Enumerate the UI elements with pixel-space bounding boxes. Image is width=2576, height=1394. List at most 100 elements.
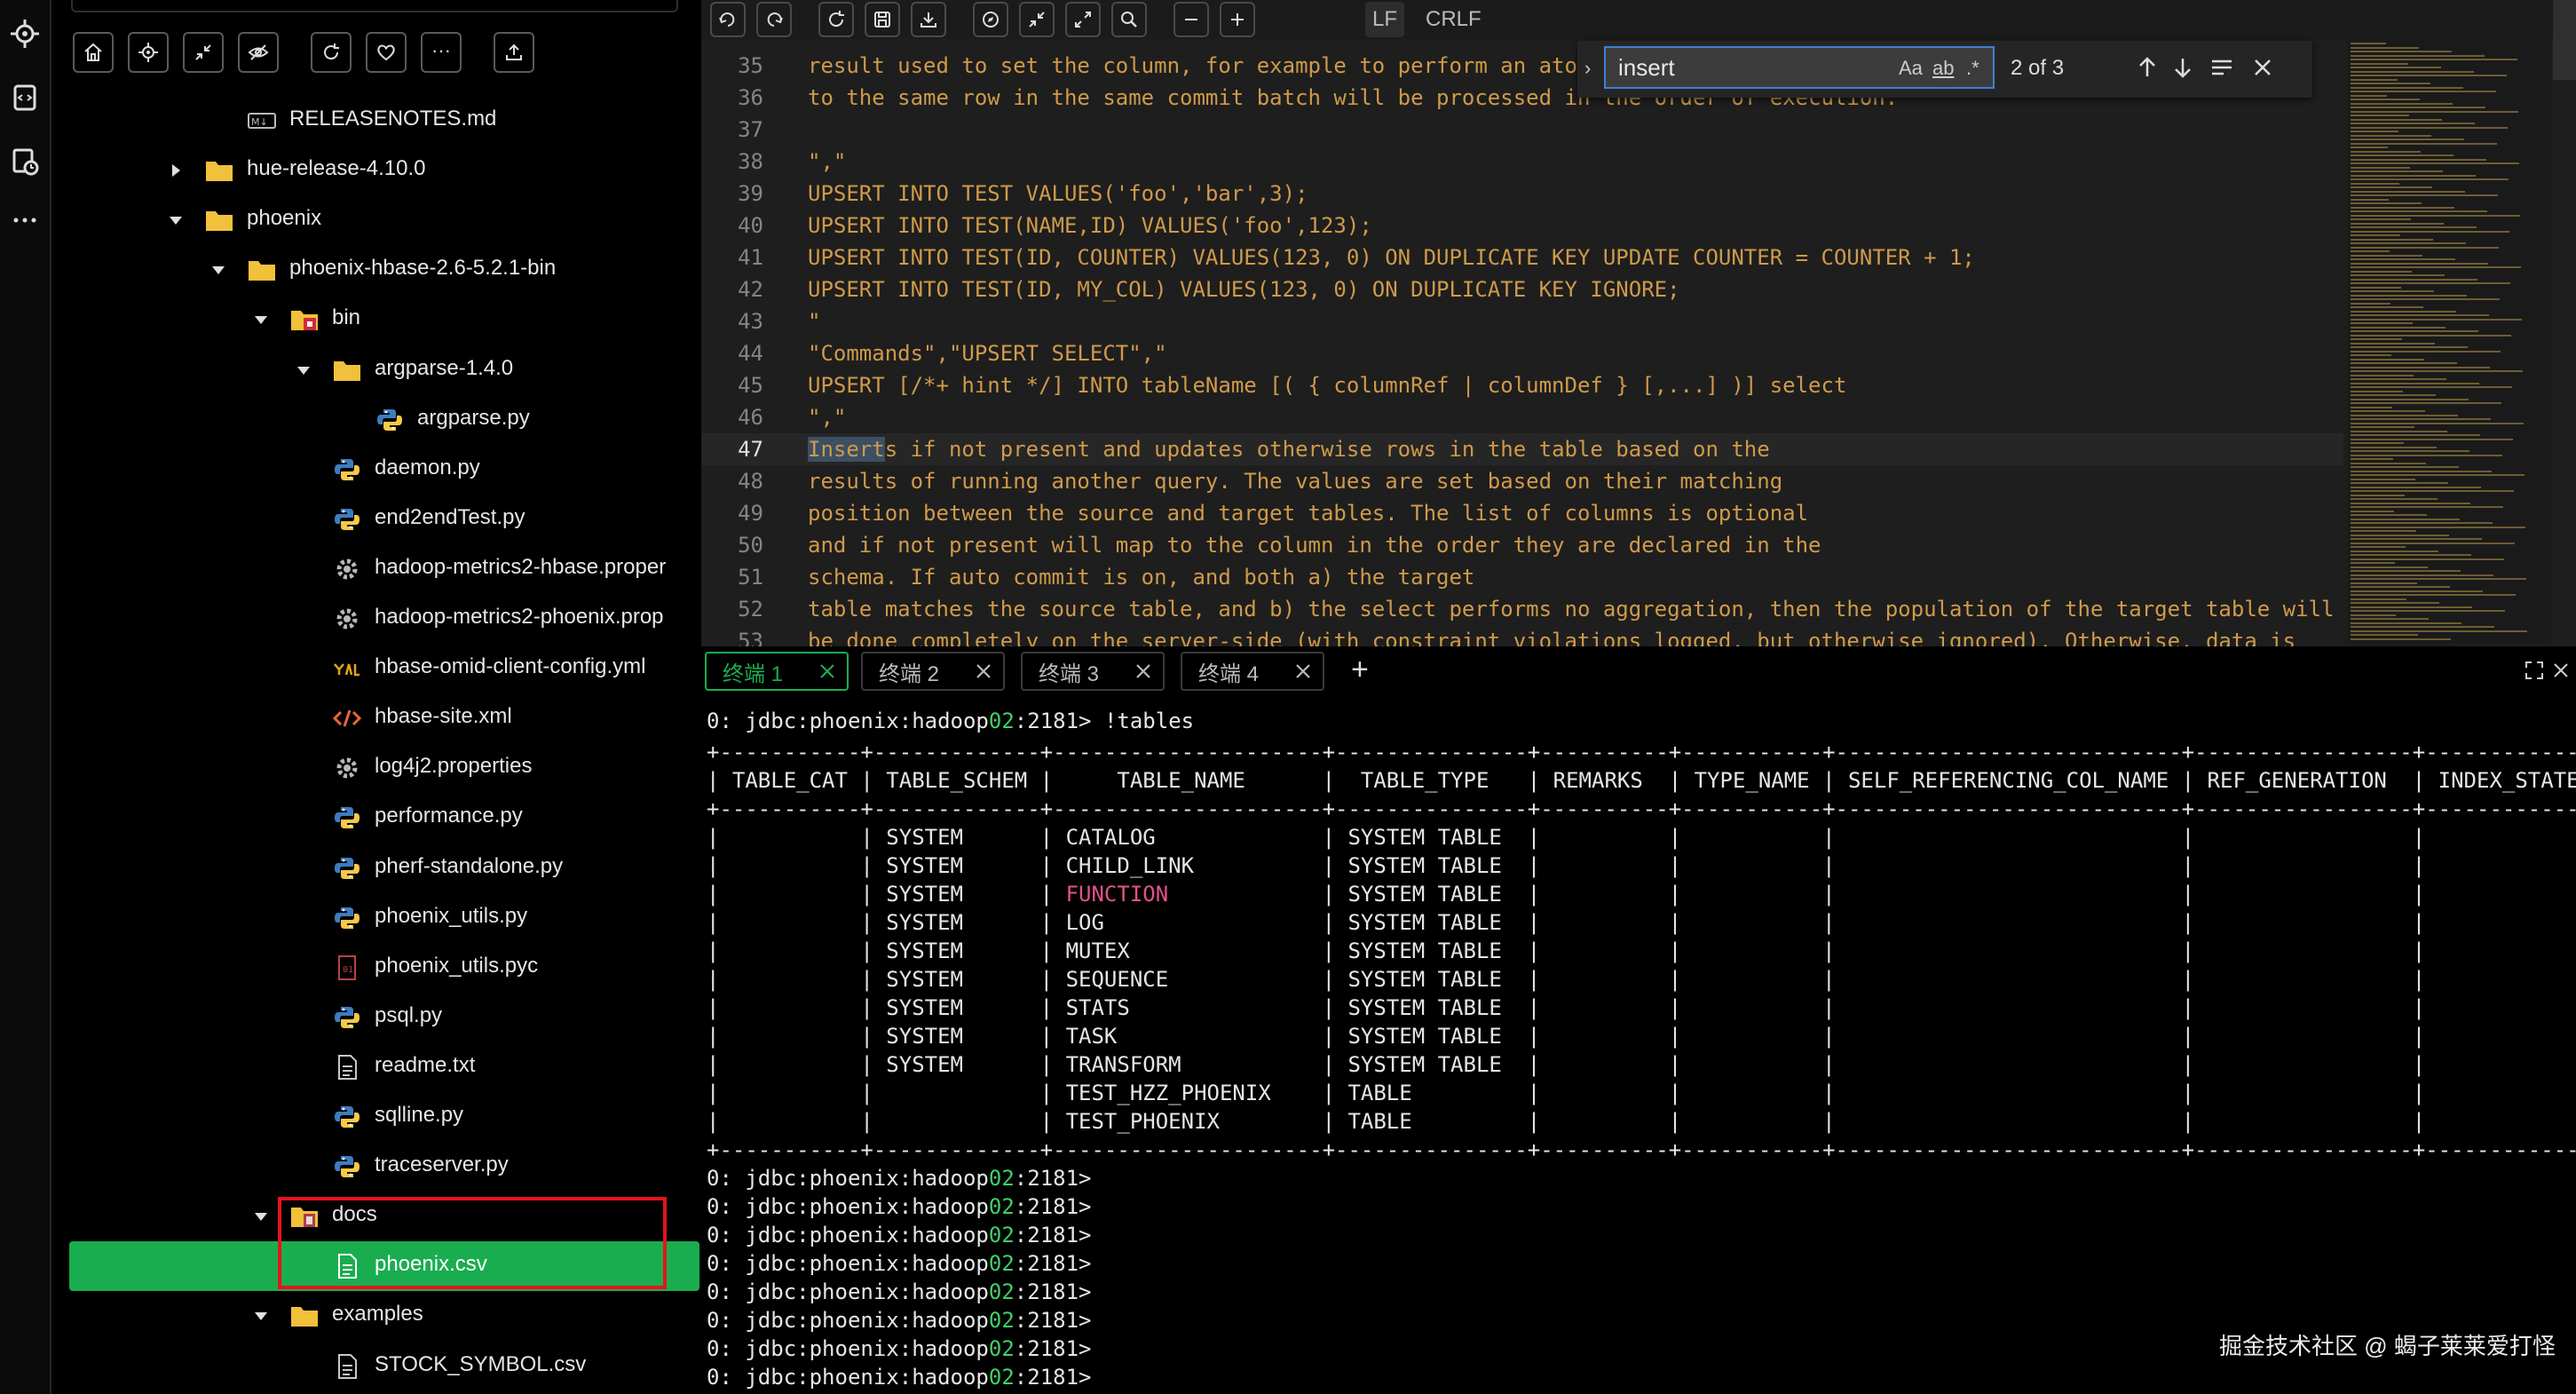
folder-item[interactable]: hue-release-4.10.0: [51, 146, 699, 195]
editor-scrollbar[interactable]: [2553, 0, 2576, 80]
code-line[interactable]: 50 and if not present will map to the col…: [701, 529, 2343, 561]
more-actions-button[interactable]: ···: [421, 32, 462, 73]
zoom-in-button[interactable]: [1220, 2, 1255, 37]
code-line[interactable]: 52 table matches the source table, and b)…: [701, 593, 2343, 625]
previous-match-icon[interactable]: [2133, 53, 2161, 82]
reload-button[interactable]: [818, 2, 854, 37]
folder-item[interactable]: bin: [51, 295, 699, 345]
whole-word-option[interactable]: ab: [1932, 57, 1954, 80]
terminal-tab[interactable]: 终端 4: [1181, 652, 1324, 691]
add-terminal-button[interactable]: +: [1351, 652, 1369, 687]
folder-item[interactable]: argparse-1.4.0: [51, 345, 699, 395]
find-in-selection-icon[interactable]: [2208, 53, 2236, 82]
chevron-down-icon[interactable]: [209, 261, 227, 279]
redo-button[interactable]: [756, 2, 792, 37]
terminal-tab[interactable]: 终端 1: [705, 652, 849, 691]
maximize-icon[interactable]: [2523, 659, 2546, 682]
file-item[interactable]: sqlline.py: [51, 1092, 699, 1142]
file-item[interactable]: hbase-site.xml: [51, 693, 699, 743]
compass-button[interactable]: [973, 2, 1008, 37]
code-line[interactable]: 41 UPSERT INTO TEST(ID, COUNTER) VALUES(1…: [701, 242, 2343, 273]
regex-option[interactable]: .*: [1966, 57, 1979, 80]
file-item[interactable]: readme.txt: [51, 1042, 699, 1092]
code-line[interactable]: 47 Inserts if not present and updates oth…: [701, 433, 2343, 465]
undo-button[interactable]: [710, 2, 746, 37]
close-tab-icon[interactable]: [1133, 661, 1154, 682]
file-item[interactable]: performance.py: [51, 793, 699, 843]
file-item[interactable]: pherf-standalone.py: [51, 844, 699, 893]
minimap-line: [2351, 382, 2479, 384]
code-line[interactable]: 44 "Commands","UPSERT SELECT",": [701, 337, 2343, 369]
folder-item[interactable]: examples: [51, 1291, 699, 1341]
eol-lf-option[interactable]: LF: [1365, 2, 1405, 37]
code-line[interactable]: 46 ",": [701, 401, 2343, 433]
terminal-tab[interactable]: 终端 2: [861, 652, 1005, 691]
code-line[interactable]: 40 UPSERT INTO TEST(NAME,ID) VALUES('foo'…: [701, 210, 2343, 242]
file-item[interactable]: daemon.py: [51, 445, 699, 495]
file-item[interactable]: traceserver.py: [51, 1142, 699, 1192]
history-icon[interactable]: [7, 144, 43, 179]
folder-item[interactable]: phoenix-hbase-2.6-5.2.1-bin: [51, 245, 699, 295]
hide-button[interactable]: [238, 32, 279, 73]
chevron-down-icon[interactable]: [167, 211, 185, 229]
code-line[interactable]: 51 schema. If auto commit is on, and both…: [701, 561, 2343, 593]
match-case-option[interactable]: Aa: [1899, 57, 1923, 80]
file-item[interactable]: end2endTest.py: [51, 495, 699, 544]
minimap-line: [2351, 54, 2485, 57]
file-item[interactable]: log4j2.properties: [51, 743, 699, 793]
file-item[interactable]: argparse.py: [51, 395, 699, 445]
chevron-down-icon[interactable]: [252, 311, 270, 329]
code-line[interactable]: 43 ": [701, 305, 2343, 337]
locate-button[interactable]: [128, 32, 169, 73]
upload-button[interactable]: [494, 32, 534, 73]
close-panel-icon[interactable]: [2549, 659, 2572, 682]
file-item[interactable]: M↓ RELEASENOTES.md: [51, 96, 699, 146]
search-button[interactable]: [1111, 2, 1147, 37]
code-line[interactable]: 45 UPSERT [/*+ hint */] INTO tableName [(…: [701, 369, 2343, 401]
file-item[interactable]: psql.py: [51, 993, 699, 1042]
code-line[interactable]: 37: [701, 114, 2343, 146]
close-tab-icon[interactable]: [973, 661, 994, 682]
annotation-highlight-box: [278, 1197, 667, 1289]
refresh-button[interactable]: [311, 32, 352, 73]
file-item[interactable]: phoenix_utils.py: [51, 893, 699, 943]
collapse-button[interactable]: [183, 32, 224, 73]
editor-toolbar: LF CRLF: [701, 0, 2576, 39]
chevron-down-icon[interactable]: [295, 361, 312, 379]
file-item[interactable]: hadoop-metrics2-phoenix.prop: [51, 594, 699, 644]
terminal-tab[interactable]: 终端 3: [1021, 652, 1165, 691]
target-icon[interactable]: [7, 16, 43, 51]
file-item[interactable]: 01 phoenix_utils.pyc: [51, 943, 699, 993]
folder-item[interactable]: phoenix: [51, 195, 699, 245]
code-line[interactable]: 39 UPSERT INTO TEST VALUES('foo','bar',3)…: [701, 178, 2343, 210]
code-file-icon[interactable]: [7, 80, 43, 115]
home-button[interactable]: [73, 32, 114, 73]
file-item[interactable]: STOCK_SYMBOL.csv: [51, 1342, 699, 1391]
expand-button[interactable]: [1065, 2, 1101, 37]
next-match-icon[interactable]: [2169, 53, 2197, 82]
code-line[interactable]: 48 results of running another query. The …: [701, 465, 2343, 497]
code-line[interactable]: 42 UPSERT INTO TEST(ID, MY_COL) VALUES(12…: [701, 273, 2343, 305]
file-item[interactable]: hbase-omid-client-config.yml: [51, 644, 699, 693]
download-button[interactable]: [911, 2, 946, 37]
close-tab-icon[interactable]: [817, 661, 838, 682]
chevron-down-icon[interactable]: [252, 1307, 270, 1325]
minimap[interactable]: [2347, 39, 2551, 643]
more-icon[interactable]: [7, 202, 43, 238]
minimap-line: [2351, 214, 2520, 217]
close-find-icon[interactable]: [2248, 53, 2277, 82]
file-item[interactable]: hadoop-metrics2-hbase.proper: [51, 544, 699, 594]
code-line[interactable]: 53 be done completely on the server-side …: [701, 625, 2343, 646]
code-line[interactable]: 49 position between the source and target…: [701, 497, 2343, 529]
zoom-out-button[interactable]: [1173, 2, 1209, 37]
save-button[interactable]: [865, 2, 900, 37]
toggle-replace-icon[interactable]: ›: [1584, 57, 1591, 80]
chevron-down-icon[interactable]: [252, 1208, 270, 1225]
chevron-right-icon[interactable]: [167, 162, 185, 179]
shrink-button[interactable]: [1019, 2, 1055, 37]
eol-crlf-option[interactable]: CRLF: [1426, 2, 1482, 37]
favorite-button[interactable]: [366, 32, 407, 73]
minimap-line: [2351, 498, 2438, 500]
code-line[interactable]: 38 ",": [701, 146, 2343, 178]
close-tab-icon[interactable]: [1292, 661, 1314, 682]
